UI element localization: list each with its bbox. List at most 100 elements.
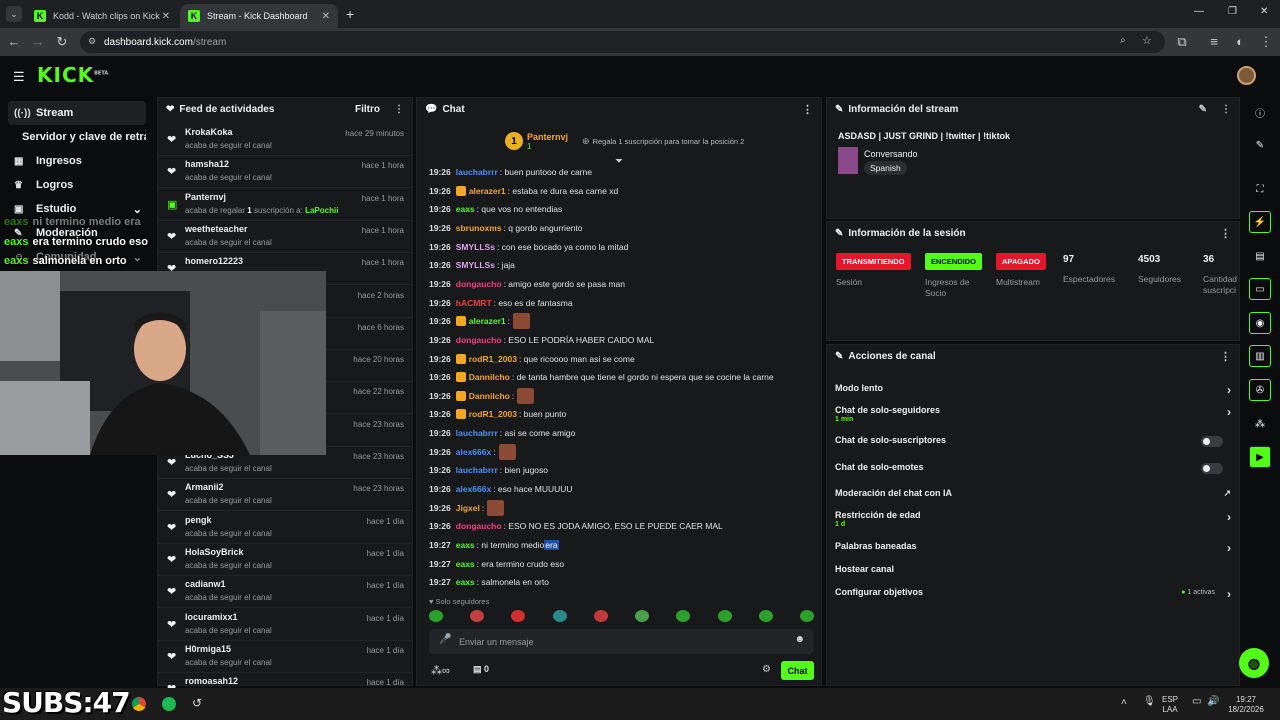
- reload-icon[interactable]: ↻: [54, 34, 70, 50]
- action-item[interactable]: Moderación del chat con IA ↗: [835, 488, 1231, 498]
- close-window-button[interactable]: ✕: [1260, 6, 1268, 17]
- feed-user[interactable]: Panternvj: [185, 192, 226, 202]
- emoji-picker-icon[interactable]: ☻: [794, 634, 805, 645]
- lightning-icon[interactable]: ⚡: [1249, 211, 1271, 233]
- tab-dashboard[interactable]: K Stream - Kick Dashboard ✕: [180, 4, 338, 28]
- edit-pencil-icon[interactable]: ✎: [1199, 104, 1207, 115]
- feed-user[interactable]: pengk: [185, 515, 212, 525]
- language-indicator[interactable]: ESP LAA: [1162, 695, 1178, 715]
- sidebar-item-server-key[interactable]: Servidor y clave de retransm: [8, 125, 146, 149]
- chat-username[interactable]: lauchabrrr: [456, 428, 498, 438]
- chat-username[interactable]: alerazer1: [469, 316, 506, 326]
- action-item[interactable]: Chat de solo-seguidores 1 min ›: [835, 405, 1231, 423]
- zoom-icon[interactable]: ⌕: [1120, 35, 1126, 46]
- hamburger-menu-icon[interactable]: ☰: [13, 69, 25, 85]
- cards-icon[interactable]: ▥: [1249, 345, 1271, 367]
- feed-user[interactable]: weetheteacher: [185, 224, 248, 234]
- menu-dots-icon[interactable]: ⋮: [1220, 350, 1231, 363]
- menu-dots-icon[interactable]: ⋮: [1258, 34, 1274, 50]
- emote-icon[interactable]: [758, 610, 773, 622]
- toggle-switch[interactable]: [1201, 463, 1223, 474]
- chat-username[interactable]: alex666x: [456, 447, 491, 457]
- support-chat-button[interactable]: ◍: [1239, 648, 1269, 678]
- url-bar[interactable]: ⚙ dashboard.kick.com/stream ⌕ ☆: [80, 31, 1165, 53]
- chat-username[interactable]: hACMRT: [456, 298, 492, 308]
- chat-username[interactable]: eaxs: [456, 204, 475, 214]
- sidebar-item-logros[interactable]: ♛ Logros: [8, 173, 146, 197]
- feed-item[interactable]: ❤ H0rmiga15 hace 1 día acaba de seguir el c…: [158, 641, 412, 673]
- clapper-icon[interactable]: ▶: [1249, 446, 1271, 468]
- feed-item[interactable]: ▣ Panternvj hace 1 hora acaba de regalar 1 …: [158, 189, 412, 221]
- menu-dots-icon[interactable]: ⋮: [802, 103, 813, 116]
- chat-username[interactable]: rodR1_2003: [469, 354, 517, 364]
- chat-username[interactable]: Jigxel: [456, 503, 480, 513]
- chat-username[interactable]: Dannilcho: [469, 372, 510, 382]
- emote-icon[interactable]: [552, 610, 567, 622]
- emote-icon[interactable]: [717, 610, 732, 622]
- action-item[interactable]: Chat de solo-suscriptores: [835, 435, 1231, 447]
- chat-username[interactable]: eaxs: [456, 540, 475, 550]
- taskbar-spotify-icon[interactable]: [162, 697, 176, 711]
- filter-button[interactable]: Filtro: [355, 104, 380, 115]
- tray-chevron-icon[interactable]: ˄: [1121, 697, 1127, 708]
- chat-icon[interactable]: ▭: [1249, 278, 1271, 300]
- emote-icon[interactable]: [799, 610, 814, 622]
- emote-icon[interactable]: [470, 610, 485, 622]
- feed-item[interactable]: ❤ HolaSoyBrick hace 1 día acaba de seguir e…: [158, 544, 412, 576]
- back-arrow-icon[interactable]: ←: [6, 34, 22, 49]
- minimize-button[interactable]: —: [1194, 6, 1204, 17]
- close-tab-icon[interactable]: ✕: [162, 11, 170, 22]
- feed-item[interactable]: ❤ hamsha12 hace 1 hora acaba de seguir el c…: [158, 156, 412, 189]
- chat-username[interactable]: eaxs: [456, 559, 475, 569]
- chat-username[interactable]: eaxs: [456, 577, 475, 587]
- clock[interactable]: 19:27 18/2/2026: [1226, 695, 1266, 715]
- emote-icon[interactable]: [429, 610, 443, 622]
- nodes-icon[interactable]: ⁂: [1249, 413, 1271, 435]
- emote-icon[interactable]: [635, 610, 650, 622]
- sidebar-item-stream[interactable]: ((·)) Stream: [8, 101, 146, 125]
- action-item[interactable]: Configurar objetivos › ● 1 activas: [835, 587, 1231, 601]
- bookmark-star-icon[interactable]: ☆: [1142, 34, 1152, 47]
- microphone-icon[interactable]: 🎤: [439, 634, 451, 645]
- chat-username[interactable]: lauchabrrr: [456, 167, 498, 177]
- feed-item[interactable]: ❤ cadianw1 hace 1 día acaba de seguir el ca…: [158, 576, 412, 609]
- close-tab-icon[interactable]: ✕: [322, 11, 330, 22]
- chat-username[interactable]: SMYLLSs: [456, 242, 495, 252]
- info-icon[interactable]: ⓘ: [1249, 101, 1271, 123]
- feed-user[interactable]: KrokaKoka: [185, 127, 233, 137]
- menu-dots-icon[interactable]: ⋮: [394, 104, 404, 115]
- gift-counter[interactable]: ▤ 0: [473, 664, 489, 675]
- emote-icon[interactable]: [676, 610, 691, 622]
- feed-user[interactable]: romoasah12: [185, 676, 238, 686]
- chat-username[interactable]: dongaucho: [456, 279, 502, 289]
- toggle-switch[interactable]: [1201, 436, 1223, 447]
- emote-icon[interactable]: [511, 610, 526, 622]
- chat-message-input[interactable]: 🎤 Enviar un mensaje ☻: [429, 629, 813, 654]
- menu-dots-icon[interactable]: ⋮: [1220, 227, 1231, 240]
- chat-username[interactable]: rodR1_2003: [469, 409, 517, 419]
- feed-item[interactable]: ❤ weetheteacher hace 1 hora acaba de seguir…: [158, 221, 412, 253]
- chat-username[interactable]: Dannilcho: [469, 391, 510, 401]
- feed-user[interactable]: hamsha12: [185, 159, 229, 169]
- avatar[interactable]: [1237, 66, 1256, 85]
- action-item[interactable]: Modo lento ›: [835, 383, 1231, 397]
- action-item[interactable]: Chat de solo-emotes: [835, 462, 1231, 474]
- volume-icon[interactable]: 🔊: [1207, 696, 1219, 707]
- feed-item[interactable]: ❤ pengk hace 1 día acaba de seguir el canal: [158, 512, 412, 544]
- action-item[interactable]: Hostear canal: [835, 564, 1231, 574]
- taskbar-app-icon[interactable]: ↺: [192, 696, 202, 710]
- chat-username[interactable]: dongaucho: [456, 335, 502, 345]
- feed-item[interactable]: ❤ Armanii2 hace 23 horas acaba de seguir el…: [158, 479, 412, 512]
- chat-username[interactable]: dongaucho: [456, 521, 502, 531]
- chat-settings-icon[interactable]: ⚙: [762, 664, 771, 675]
- chat-username[interactable]: alerazer1: [469, 186, 506, 196]
- wrench-icon[interactable]: ✇: [1249, 379, 1271, 401]
- feed-user[interactable]: Armanii2: [185, 482, 224, 492]
- new-tab-button[interactable]: +: [346, 6, 354, 22]
- profile-icon[interactable]: ◐: [1232, 34, 1248, 49]
- taskbar-chrome-icon[interactable]: [132, 697, 146, 711]
- send-chat-button[interactable]: Chat: [781, 661, 814, 680]
- feed-user[interactable]: HolaSoyBrick: [185, 547, 244, 557]
- emote-icon[interactable]: [593, 610, 608, 622]
- feed-user[interactable]: H0rmiga15: [185, 644, 231, 654]
